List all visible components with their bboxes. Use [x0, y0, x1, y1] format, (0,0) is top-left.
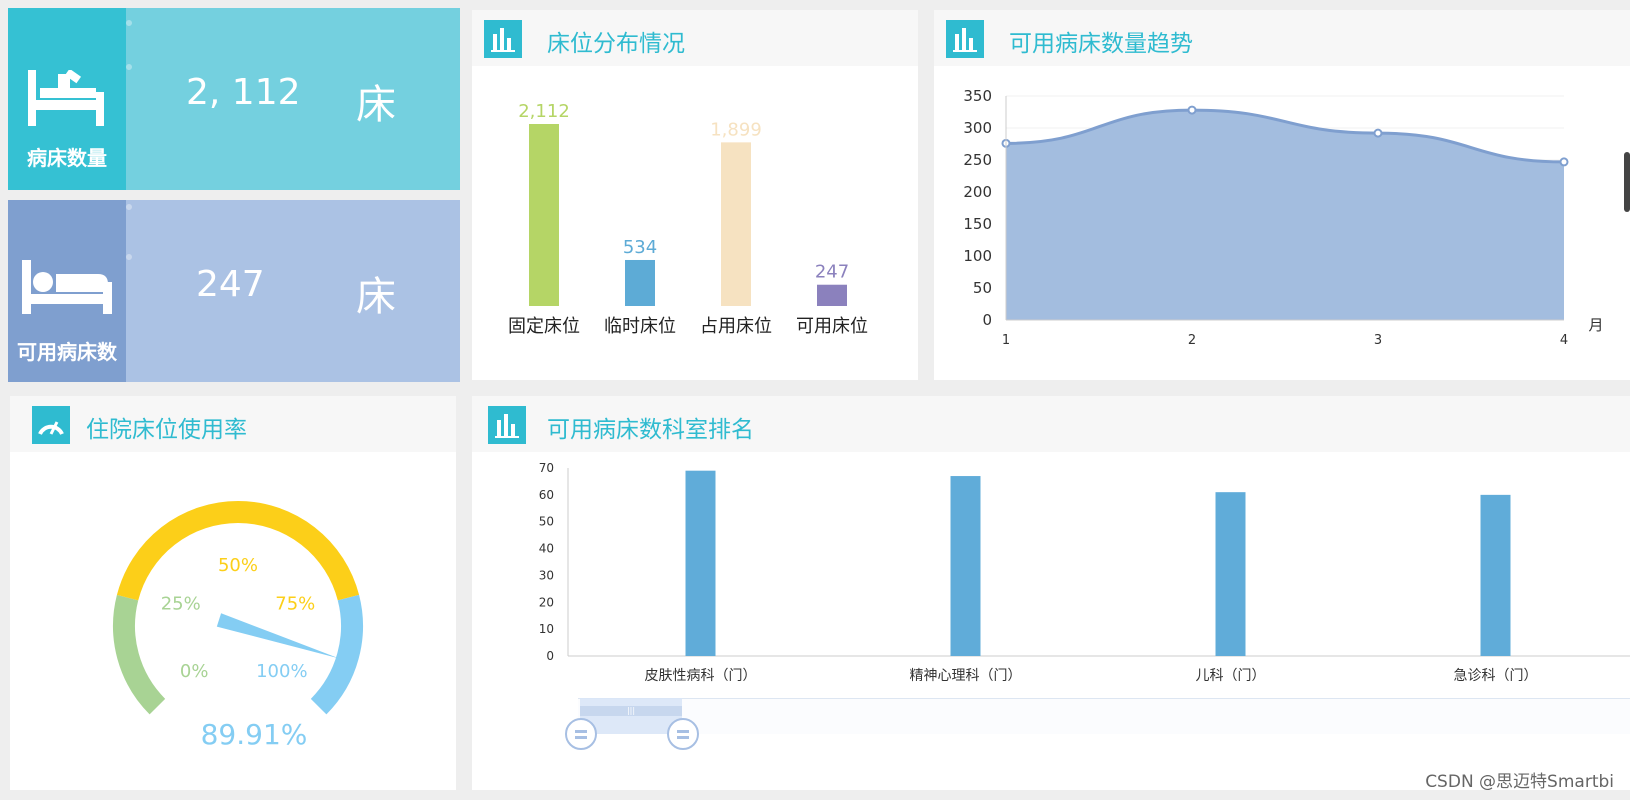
panel-bed-distribution: 床位分布情况 2,112 固定床位 534 临时床位 1,899 占用床位 247 可用床位 [472, 10, 918, 380]
y-tick-label: 50 [539, 515, 554, 529]
bar [625, 259, 655, 306]
y-tick-label: 40 [539, 542, 554, 556]
hospital-bed-patient-icon [28, 70, 104, 126]
panel-title: 可用病床数科室排名 [547, 417, 754, 443]
bar [817, 284, 847, 306]
notch [126, 64, 132, 70]
gauge-tick-label: 50% [218, 555, 258, 576]
x-tick-label: 2 [1188, 333, 1196, 348]
y-tick-label: 0 [546, 649, 554, 663]
bed-usage-gauge: 0% 25% 50% 75% 100% 89.91% [113, 501, 363, 751]
panel-header: 床位分布情况 [472, 10, 918, 66]
kpi-card-available-beds: 可用病床数 247 床 [8, 200, 460, 382]
kpi-value-panel: 2, 112 床 [126, 8, 460, 190]
kpi-label: 可用病床数 [17, 340, 117, 364]
bar [721, 142, 751, 306]
bar [950, 476, 981, 656]
x-tick-label: 1 [1002, 333, 1010, 348]
kpi-unit: 床 [356, 82, 396, 128]
area-fill [1006, 110, 1564, 320]
panel-available-trend: 可用病床数量趋势 0 50 100 150 200 250 300 350 1 2 3 4 月 [934, 10, 1630, 380]
bed-icon [22, 260, 112, 314]
y-tick-label: 200 [963, 183, 992, 201]
category-label: 儿科（门） [1196, 668, 1266, 684]
bar-chart-icon [484, 20, 522, 58]
kpi-icon-panel: 可用病床数 [8, 200, 126, 382]
gauge-tick-label: 0% [180, 661, 209, 682]
gauge-band-high [310, 594, 363, 715]
y-tick-label: 70 [539, 461, 554, 475]
y-tick-label: 350 [963, 87, 992, 105]
datazoom-left-handle[interactable] [565, 718, 597, 750]
gauge-band-low [113, 594, 166, 715]
y-tick-label: 0 [982, 311, 992, 329]
kpi-card-bed-count: 病床数量 2, 112 床 [8, 8, 460, 190]
bed-distribution-chart: 2,112 固定床位 534 临时床位 1,899 占用床位 247 可用床位 [508, 101, 868, 337]
y-tick-label: 30 [539, 568, 554, 582]
datazoom-track[interactable] [578, 698, 1630, 734]
data-label: 247 [815, 262, 849, 283]
panel-header: 可用病床数量趋势 [934, 10, 1630, 66]
department-ranking-chart: 0 10 20 30 40 50 60 70 皮肤性病科（门） 精神心理科（门） 儿科（门） 急诊科（… [539, 461, 1630, 684]
x-tick-label: 3 [1374, 333, 1382, 348]
kpi-unit: 床 [356, 274, 396, 320]
category-label: 可用床位 [796, 316, 868, 337]
gauge-tick-label: 75% [275, 593, 315, 614]
notch [126, 20, 132, 26]
notch [126, 204, 132, 210]
bar-chart-icon [946, 20, 984, 58]
gauge-icon [32, 406, 70, 444]
gauge-tick-label: 25% [161, 593, 201, 614]
bar [1480, 494, 1511, 656]
y-tick-label: 150 [963, 215, 992, 233]
data-point [1187, 105, 1197, 115]
data-point [1559, 157, 1569, 167]
gauge-value-label: 89.91% [201, 718, 308, 751]
panel-title: 床位分布情况 [547, 31, 685, 57]
scrollbar-handle[interactable] [1624, 152, 1630, 212]
bar [1215, 492, 1246, 656]
x-tick-label: 4 [1560, 333, 1568, 348]
y-tick-label: 100 [963, 247, 992, 265]
datazoom-drag-bar[interactable]: ||| [580, 706, 682, 716]
watermark: CSDN @思迈特Smartbi [1425, 772, 1614, 792]
panel-header: 住院床位使用率 [10, 396, 456, 452]
category-label: 临时床位 [604, 316, 676, 337]
y-tick-label: 20 [539, 595, 554, 609]
category-label: 急诊科（门） [1454, 668, 1538, 684]
kpi-value: 247 [196, 264, 265, 305]
panel-header: 可用病床数科室排名 [472, 396, 1630, 452]
data-label: 1,899 [710, 119, 762, 140]
kpi-icon-panel: 病床数量 [8, 8, 126, 190]
y-tick-label: 300 [963, 119, 992, 137]
panel-department-ranking: 可用病床数科室排名 0 10 20 30 40 50 60 70 皮肤性病科（门） 精神心理科（门… [472, 396, 1630, 790]
category-label: 固定床位 [508, 316, 580, 337]
bar-chart-icon [488, 406, 526, 444]
bar [685, 470, 716, 656]
data-label: 2,112 [518, 101, 570, 122]
category-label: 精神心理科（门） [910, 668, 1022, 684]
category-label: 占用床位 [700, 316, 772, 337]
y-tick-label: 10 [539, 622, 554, 636]
kpi-value: 2, 112 [186, 72, 301, 113]
bar [529, 124, 559, 306]
datazoom-right-handle[interactable] [667, 718, 699, 750]
notch [126, 254, 132, 260]
y-tick-label: 250 [963, 151, 992, 169]
gauge-needle [216, 613, 339, 659]
gauge-tick-label: 100% [256, 661, 307, 682]
panel-bed-usage: 住院床位使用率 0% 25% 50% 75% 100% 89.91% [10, 396, 456, 790]
panel-title: 可用病床数量趋势 [1009, 31, 1193, 57]
category-label: 皮肤性病科（门） [645, 668, 757, 684]
data-label: 534 [623, 237, 657, 258]
y-tick-label: 50 [973, 279, 992, 297]
available-trend-chart: 0 50 100 150 200 250 300 350 1 2 3 4 月 [963, 87, 1603, 348]
kpi-label: 病床数量 [27, 146, 107, 170]
data-point [1373, 128, 1383, 138]
kpi-value-panel: 247 床 [126, 200, 460, 382]
panel-title: 住院床位使用率 [86, 417, 247, 443]
x-axis-label: 月 [1588, 316, 1603, 334]
y-tick-label: 60 [539, 488, 554, 502]
